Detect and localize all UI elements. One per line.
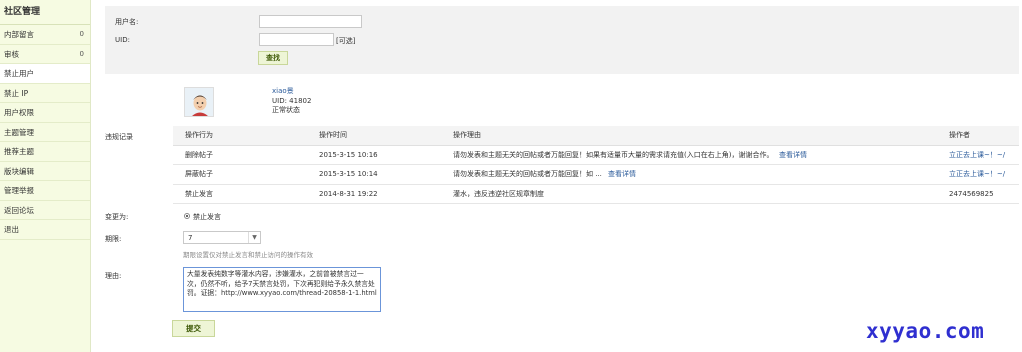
chevron-down-icon: ▼ [248,232,260,243]
sidebar-item-back-to-forum[interactable]: 返回论坛 [0,201,90,220]
records-section-label: 违规记录 [105,133,133,141]
records-table: 操作行为 操作时间 操作理由 操作者 删除帖子 2015-3-15 10:16 … [173,126,1019,204]
sidebar-item-count: 0 [79,49,84,58]
sidebar-item-label: 返回论坛 [4,205,34,215]
username-label: 用户名: [115,18,139,26]
sidebar-item-count: 0 [79,30,84,38]
ban-post-radio-label[interactable]: 禁止发言 [193,212,221,222]
period-hint: 期限设置仅对禁止发言和禁止访问的操作有效 [183,251,313,259]
row-action: 禁止发言 [185,189,213,198]
sidebar-item-thread-management[interactable]: 主题管理 [0,123,90,142]
sidebar-item-label: 用户权限 [4,108,34,117]
user-uid: UID: 41802 [272,96,312,105]
header-time: 操作时间 [319,131,347,139]
search-button[interactable]: 查找 [258,51,288,65]
table-header: 操作行为 操作时间 操作理由 操作者 [173,126,1019,146]
view-detail-link[interactable]: 查看详情 [779,146,807,166]
row-operator-link[interactable]: 立正去上课~！~/ [949,165,1005,185]
sidebar-item-user-permissions[interactable]: 用户权限 [0,103,90,123]
row-reason: 灌水，违反违逆社区规章制度 [453,189,544,198]
change-to-label: 变更为: [105,213,129,221]
sidebar-item-label: 审核 [4,49,19,59]
uid-input[interactable] [259,33,334,46]
row-action: 屏蔽帖子 [185,170,213,178]
sidebar-item-label: 推荐主题 [4,147,34,156]
sidebar-item-recommend-threads[interactable]: 推荐主题 [0,142,90,162]
sidebar-item-internal-messages[interactable]: 内部留言 0 [0,25,90,45]
row-operator: 2474569825 [949,189,994,198]
sidebar-item-ban-user[interactable]: 禁止用户 [0,64,90,84]
ban-post-radio[interactable] [184,213,190,219]
table-row: 禁止发言 2014-8-31 19:22 灌水，违反违逆社区规章制度 24745… [173,185,1019,204]
header-action: 操作行为 [185,131,213,139]
submit-button[interactable]: 提交 [172,320,215,337]
sidebar-title: 社区管理 [0,0,90,25]
row-reason: 请勿发表和主题无关的回帖或者万能回复！如 ... [453,170,602,178]
sidebar-item-manage-reports[interactable]: 管理举报 [0,181,90,201]
sidebar-item-label: 主题管理 [4,127,34,137]
sidebar-item-ban-ip[interactable]: 禁止 IP [0,84,90,103]
row-time: 2015-3-15 10:16 [319,150,378,159]
sidebar-item-label: 禁止用户 [4,69,34,78]
sidebar-item-forum-edit[interactable]: 版块编辑 [0,162,90,181]
header-reason: 操作理由 [453,131,481,139]
table-row: 屏蔽帖子 2015-3-15 10:14 请勿发表和主题无关的回帖或者万能回复！… [173,165,1019,185]
sidebar-item-review[interactable]: 审核 0 [0,45,90,64]
sidebar: 社区管理 内部留言 0 审核 0 禁止用户 禁止 IP 用户权限 主题管理 推荐主题… [0,0,91,352]
period-label: 期限: [105,235,122,243]
user-status: 正常状态 [272,106,300,114]
period-select[interactable]: 7 ▼ [183,231,261,244]
row-reason: 请勿发表和主题无关的回帖或者万能回复！如果有适量币大量的需求请充值(入口在右上角… [453,150,774,159]
site-watermark: xyyao.com [866,319,985,343]
sidebar-item-label: 退出 [4,225,19,234]
reason-textarea[interactable]: 大量发表纯数字等灌水内容，涉嫌灌水，之前曾被禁言过一次，仍然不听，给予7天禁言处… [183,267,381,312]
user-avatar-icon [185,88,213,116]
search-panel: 用户名: UID: [可选] 查找 [105,6,1019,74]
sidebar-item-logout[interactable]: 退出 [0,220,90,240]
avatar [184,87,214,117]
header-operator: 操作者 [949,131,970,139]
row-action: 删除帖子 [185,150,213,159]
sidebar-item-label: 管理举报 [4,186,34,195]
user-name[interactable]: xiao景 [272,87,311,97]
row-time: 2015-3-15 10:14 [319,170,378,178]
view-detail-link[interactable]: 查看详情 [608,165,636,185]
username-input[interactable] [259,15,362,28]
sidebar-item-label: 内部留言 [4,30,34,39]
sidebar-item-label: 版块编辑 [4,166,34,176]
reason-label: 理由: [105,272,122,280]
period-value: 7 [188,234,193,242]
table-row: 删除帖子 2015-3-15 10:16 请勿发表和主题无关的回帖或者万能回复！… [173,146,1019,166]
user-info: xiao景 UID: 41802 正常状态 [272,87,311,116]
uid-label: UID: [115,36,130,44]
row-time: 2014-8-31 19:22 [319,189,378,198]
row-operator-link[interactable]: 立正去上课~！~/ [949,146,1005,166]
uid-optional-note: [可选] [336,37,356,45]
sidebar-item-label: 禁止 IP [4,88,29,98]
